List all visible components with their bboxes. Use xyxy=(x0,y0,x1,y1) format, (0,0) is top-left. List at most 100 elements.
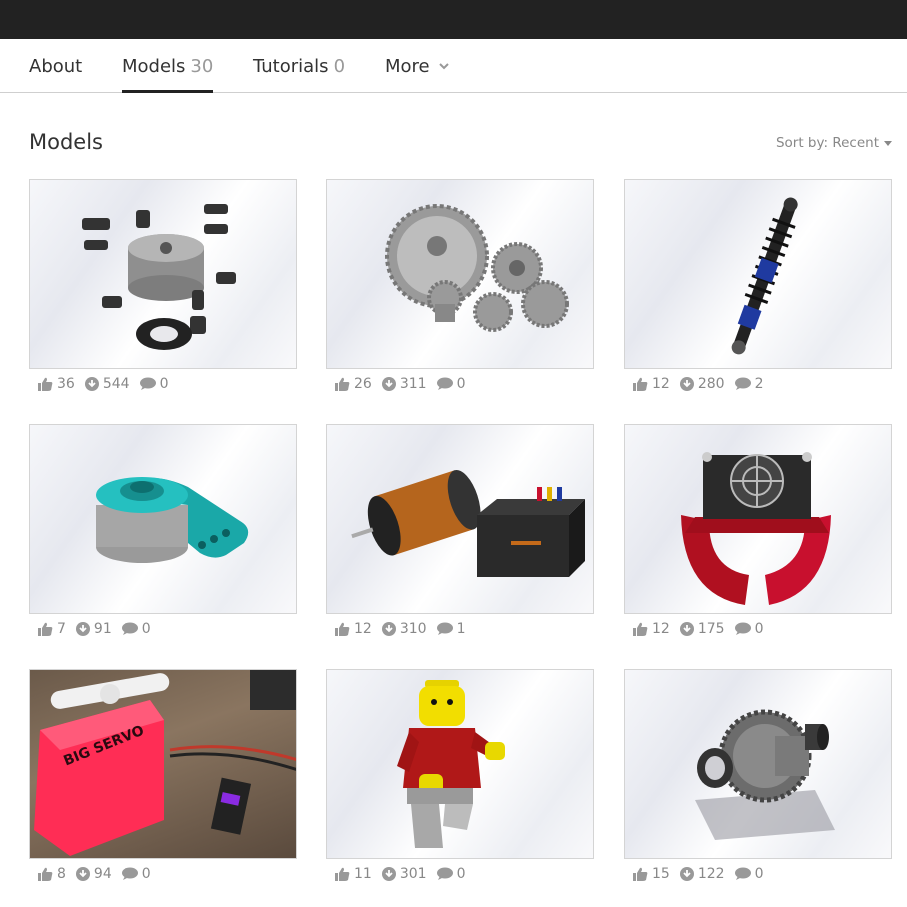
download-icon xyxy=(381,621,396,636)
comments-stat[interactable]: 0 xyxy=(734,620,764,637)
model-card[interactable]: 12 310 1 xyxy=(326,424,594,637)
model-card[interactable]: 7 91 0 xyxy=(29,424,297,637)
downloads-count: 175 xyxy=(697,620,725,637)
downloads-stat[interactable]: 280 xyxy=(679,375,725,392)
sort-dropdown[interactable]: Sort by: Recent xyxy=(776,135,892,151)
comments-count: 0 xyxy=(141,620,151,637)
comments-stat[interactable]: 0 xyxy=(436,865,466,882)
model-card[interactable]: 36 544 0 xyxy=(29,179,297,392)
page-title: Models xyxy=(29,130,103,154)
comment-icon xyxy=(139,377,156,390)
top-navbar xyxy=(0,0,907,39)
likes-stat[interactable]: 36 xyxy=(38,376,75,392)
model-thumbnail[interactable] xyxy=(624,669,892,859)
downloads-stat[interactable]: 301 xyxy=(381,866,427,882)
tab-models-label: Models xyxy=(122,55,186,77)
model-stats: 26 311 0 xyxy=(326,375,594,392)
downloads-count: 311 xyxy=(399,375,427,392)
tab-tutorials[interactable]: Tutorials 0 xyxy=(253,39,345,93)
profile-tabs: About Models 30 Tutorials 0 More xyxy=(0,39,907,93)
comments-stat[interactable]: 0 xyxy=(121,620,151,637)
downloads-stat[interactable]: 310 xyxy=(381,621,427,637)
model-thumbnail[interactable] xyxy=(326,669,594,859)
likes-stat[interactable]: 12 xyxy=(633,621,670,637)
shock-absorber-image xyxy=(731,197,798,355)
model-thumbnail[interactable] xyxy=(29,179,297,369)
likes-count: 11 xyxy=(354,865,372,882)
likes-stat[interactable]: 12 xyxy=(633,376,670,392)
tab-tutorials-label: Tutorials xyxy=(253,55,329,77)
tab-tutorials-count: 0 xyxy=(333,55,346,77)
comments-count: 2 xyxy=(754,375,764,392)
thumbs-up-icon xyxy=(633,377,648,391)
model-card[interactable]: 12 280 2 xyxy=(624,179,892,392)
download-icon xyxy=(75,866,90,881)
download-icon xyxy=(75,621,90,636)
likes-count: 7 xyxy=(57,620,66,637)
thumbs-up-icon xyxy=(335,622,350,636)
downloads-count: 280 xyxy=(697,375,725,392)
model-thumbnail[interactable] xyxy=(624,424,892,614)
likes-stat[interactable]: 15 xyxy=(633,866,670,882)
sort-label: Sort by: Recent xyxy=(775,135,879,151)
downloads-stat[interactable]: 91 xyxy=(75,620,112,637)
tab-more[interactable]: More xyxy=(385,39,450,93)
downloads-stat[interactable]: 544 xyxy=(84,376,130,392)
comments-stat[interactable]: 1 xyxy=(436,621,465,637)
likes-stat[interactable]: 12 xyxy=(335,621,372,637)
downloads-stat[interactable]: 311 xyxy=(381,375,427,392)
model-card[interactable]: 26 311 0 xyxy=(326,179,594,392)
likes-stat[interactable]: 11 xyxy=(335,866,372,882)
model-stats: 8 94 0 xyxy=(29,865,297,882)
model-thumbnail[interactable] xyxy=(29,424,297,614)
model-card[interactable]: 12 175 0 xyxy=(624,424,892,637)
comments-count: 0 xyxy=(456,375,466,392)
comments-stat[interactable]: 2 xyxy=(734,375,764,392)
tab-about-label: About xyxy=(29,55,83,77)
tab-about[interactable]: About xyxy=(29,39,82,93)
model-stats: 12 280 2 xyxy=(624,375,892,392)
model-thumbnail[interactable] xyxy=(326,424,594,614)
download-icon xyxy=(679,621,694,636)
downloads-stat[interactable]: 94 xyxy=(75,866,112,882)
comments-stat[interactable]: 0 xyxy=(121,866,151,882)
thumbs-up-icon xyxy=(38,377,53,391)
thumbs-up-icon xyxy=(633,867,648,881)
comments-stat[interactable]: 0 xyxy=(139,375,169,392)
lathe-chuck-image xyxy=(82,204,236,350)
comments-stat[interactable]: 0 xyxy=(436,375,466,392)
likes-stat[interactable]: 8 xyxy=(38,866,66,882)
thumbs-up-icon xyxy=(38,622,53,636)
comment-icon xyxy=(436,377,453,390)
tab-models[interactable]: Models 30 xyxy=(122,39,214,93)
tab-models-count: 30 xyxy=(190,55,214,77)
model-stats: 15 122 0 xyxy=(624,865,892,882)
thumbs-up-icon xyxy=(335,867,350,881)
likes-stat[interactable]: 26 xyxy=(335,376,372,392)
thumbs-up-icon xyxy=(633,622,648,636)
comments-stat[interactable]: 0 xyxy=(734,866,763,882)
downloads-stat[interactable]: 122 xyxy=(679,866,725,882)
comments-count: 0 xyxy=(456,865,466,882)
caret-down-icon xyxy=(884,140,892,146)
downloads-count: 91 xyxy=(93,620,112,637)
gears-image xyxy=(385,204,569,332)
motor-esc-image xyxy=(351,469,585,577)
model-card[interactable]: 11 301 0 xyxy=(326,669,594,882)
model-card[interactable]: 15 122 0 xyxy=(624,669,892,882)
comment-icon xyxy=(734,867,751,880)
comment-icon xyxy=(121,622,138,635)
comment-icon xyxy=(121,867,138,880)
comments-count: 0 xyxy=(754,620,764,637)
likes-stat[interactable]: 7 xyxy=(38,621,66,637)
likes-count: 26 xyxy=(354,375,372,392)
model-thumbnail[interactable] xyxy=(326,179,594,369)
comments-count: 0 xyxy=(159,375,169,392)
model-thumbnail[interactable] xyxy=(624,179,892,369)
likes-count: 12 xyxy=(652,375,670,392)
model-thumbnail[interactable]: BIG SERVO xyxy=(29,669,297,859)
downloads-stat[interactable]: 175 xyxy=(679,620,725,637)
model-stats: 12 310 1 xyxy=(326,620,594,637)
model-card[interactable]: BIG SERVO 8 94 0 xyxy=(29,669,297,882)
download-icon xyxy=(381,376,396,391)
